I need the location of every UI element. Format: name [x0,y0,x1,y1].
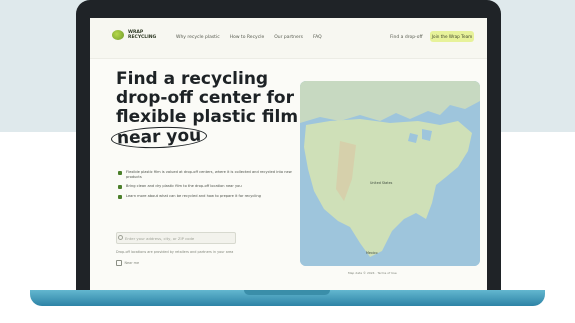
near-me-label: Near me [124,260,140,265]
nav-link-partners[interactable]: Our partners [274,35,303,40]
top-navigation: WRAP RECYCLING Why recycle plastic How t… [90,18,487,59]
title-circled-phrase: near you [110,125,208,150]
title-line-3: flexible plastic film [116,107,299,127]
map-label-mexico: Mexico [366,251,378,255]
nav-link-why-recycle[interactable]: Why recycle plastic [176,35,220,40]
bullet-icon [118,185,122,190]
map-canvas [300,81,480,266]
info-list: Flexible plastic film is valued at drop-… [118,170,298,204]
search-icon-wrap [116,232,124,242]
title-line-2: drop-off center for [116,88,294,108]
list-item-text: Learn more about what can be recycled an… [126,194,261,199]
map-attribution: Map data © 2024 · Terms of Use [348,271,397,275]
location-search-input[interactable]: Enter your address, city, or ZIP code [116,232,236,244]
logo-text: WRAP RECYCLING [128,30,157,40]
bullet-icon [118,171,122,175]
nav-link-faq[interactable]: FAQ [313,35,322,40]
list-item-text: Flexible plastic film is valued at drop-… [126,170,292,179]
list-item-text: Bring clean and dry plastic film to the … [126,184,242,189]
disclaimer-text: Drop-off locations are provided by retai… [116,250,234,254]
near-me-option[interactable]: Near me [116,260,139,266]
near-me-checkbox[interactable] [116,260,122,266]
list-item: Learn more about what can be recycled an… [118,194,298,200]
brand-logo[interactable]: WRAP RECYCLING [112,30,157,40]
nav-link-find-drop-off[interactable]: Find a drop-off [390,35,423,40]
title-line-1: Find a recycling [116,69,269,89]
nav-link-how-to-recycle[interactable]: How to Recycle [230,35,265,40]
nav-links: Why recycle plastic How to Recycle Our p… [176,35,322,40]
list-item: Flexible plastic film is valued at drop-… [118,170,298,179]
list-item: Bring clean and dry plastic film to the … [118,184,298,190]
page-title: Find a recycling drop-off center for fle… [110,69,306,150]
map-label-country: United States [370,181,393,185]
logo-mark-icon [112,30,124,40]
search-icon [118,234,123,240]
join-button[interactable]: Join the Wrap Team [430,31,474,42]
drop-off-map[interactable]: United States Mexico [300,81,480,266]
laptop-screen: WRAP RECYCLING Why recycle plastic How t… [90,18,487,291]
bullet-icon [118,195,122,200]
laptop-base-notch [244,290,330,295]
